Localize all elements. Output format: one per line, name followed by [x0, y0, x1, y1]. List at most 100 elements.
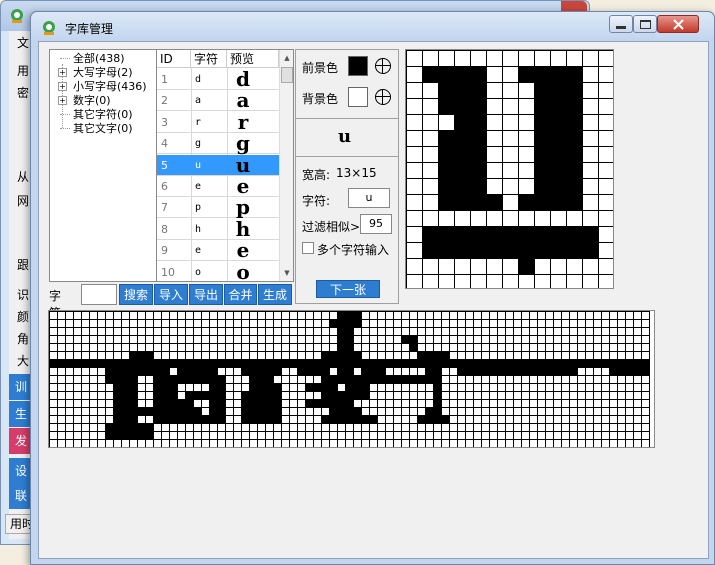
cell-preview: a — [236, 88, 250, 113]
tree-item-count: (2) — [117, 66, 133, 79]
tree-item-count: (0) — [95, 94, 111, 107]
size-label: 宽高: — [302, 168, 331, 182]
next-image-button[interactable]: 下一张 — [316, 280, 380, 298]
cell-preview: e — [236, 174, 250, 198]
cell-char: p — [195, 202, 202, 214]
cell-preview: r — [237, 109, 249, 134]
cell-char: h — [195, 223, 202, 235]
bg-color-swatch[interactable] — [348, 87, 368, 107]
search-input[interactable] — [81, 284, 117, 305]
bg-eyedropper-icon[interactable] — [375, 89, 391, 105]
cell-preview: h — [235, 216, 251, 241]
tree-item-count: (0) — [117, 122, 133, 135]
export-button[interactable]: 导出 — [189, 284, 223, 305]
app-logo-icon — [43, 21, 55, 35]
table-row[interactable]: 9 e e — [157, 238, 279, 263]
tree-item-count: (438) — [95, 52, 125, 65]
window-title: 字库管理 — [65, 22, 114, 36]
cell-char: d — [195, 74, 202, 85]
maximize-button[interactable] — [633, 15, 657, 33]
captcha-bitmap-strip[interactable] — [48, 310, 655, 448]
merge-button[interactable]: 合并 — [224, 284, 257, 305]
maximize-icon — [640, 20, 651, 29]
cell-char: e — [195, 245, 202, 257]
tree-item-label: 数字 — [73, 94, 95, 107]
scroll-thumb[interactable] — [281, 67, 293, 83]
cell-char: a — [195, 95, 202, 107]
grid-header: ID 字符 预览 — [157, 50, 279, 68]
glyph-properties: 前景色 背景色 u 宽高: 13×15 字符: u 过滤相似> 95 多个字符输… — [295, 49, 399, 304]
filter-input[interactable]: 95 — [360, 214, 392, 234]
cell-preview: u — [235, 152, 251, 177]
cell-char: u — [195, 159, 202, 171]
app-logo-icon — [11, 9, 23, 23]
font-library-window[interactable]: 字库管理 全部(438) + 大写字母(2) + 小写字母(436) + 数字(… — [30, 11, 715, 565]
expand-icon[interactable]: + — [58, 68, 67, 77]
table-row[interactable]: 7 p p — [157, 195, 279, 220]
table-row[interactable]: 4 g g — [157, 131, 279, 156]
close-icon — [673, 19, 684, 30]
multi-char-checkbox[interactable] — [302, 242, 314, 254]
cell-preview: p — [236, 195, 250, 220]
client-area: 全部(438) + 大写字母(2) + 小写字母(436) + 数字(0) 其它… — [38, 41, 709, 559]
bg-color-label: 背景色 — [302, 92, 339, 106]
cell-char: g — [195, 138, 202, 150]
tree-item-label: 其它文字 — [73, 122, 117, 135]
scroll-down-icon[interactable]: ▼ — [280, 266, 293, 280]
cell-id: 8 — [161, 222, 168, 236]
fg-color-label: 前景色 — [302, 61, 339, 75]
glyph-bitmap-editor[interactable] — [405, 49, 614, 289]
table-row[interactable]: 2 a a — [157, 88, 279, 113]
minimize-button[interactable] — [609, 15, 633, 33]
cell-preview: e — [236, 238, 250, 263]
size-value: 13×15 — [336, 166, 377, 180]
cell-id: 5 — [161, 158, 168, 172]
column-header-preview[interactable]: 预览 — [227, 50, 279, 68]
expand-icon[interactable]: + — [58, 82, 67, 91]
font-grid[interactable]: ID 字符 预览 1 d d 2 a a 3 r r 4 g g 5 u u 6 e e 7 p p 8 h h 9 e e 10 o o… — [156, 49, 294, 282]
tree-item-count: (0) — [117, 108, 133, 121]
cell-id: 6 — [161, 180, 168, 193]
cell-id: 2 — [161, 94, 168, 108]
table-row[interactable]: 1 d d — [157, 69, 279, 90]
cell-preview: d — [236, 67, 250, 91]
search-button[interactable]: 搜索 — [119, 284, 153, 305]
column-header-id[interactable]: ID — [157, 50, 191, 68]
table-row[interactable]: 5 u u — [157, 152, 279, 177]
title-bar[interactable]: 字库管理 — [31, 12, 714, 41]
close-button[interactable] — [657, 15, 699, 33]
table-row[interactable]: 6 e e — [157, 176, 279, 197]
cell-id: 10 — [161, 265, 175, 279]
scroll-up-icon[interactable]: ▲ — [280, 51, 293, 65]
cell-char: o — [195, 266, 202, 278]
minimize-icon — [616, 26, 626, 29]
category-tree[interactable]: 全部(438) + 大写字母(2) + 小写字母(436) + 数字(0) 其它… — [49, 49, 157, 282]
glyph-preview: u — [338, 126, 352, 147]
multi-char-label: 多个字符输入 — [317, 243, 390, 257]
cell-id: 7 — [161, 201, 168, 215]
generate-button[interactable]: 生成 — [258, 284, 292, 305]
cell-preview: g — [236, 131, 250, 156]
tree-item-label: 小写字母 — [73, 80, 117, 93]
char-label: 字符: — [302, 194, 331, 208]
column-header-char[interactable]: 字符 — [191, 50, 227, 68]
table-row[interactable]: 3 r r — [157, 112, 279, 133]
cell-char: e — [195, 181, 202, 192]
char-input[interactable]: u — [348, 188, 390, 208]
grid-scrollbar[interactable]: ▲ ▼ — [279, 50, 293, 281]
tree-item-label: 全部 — [73, 52, 95, 65]
cell-id: 4 — [161, 137, 168, 151]
table-row[interactable]: 10 o o — [157, 262, 279, 281]
filter-label: 过滤相似> — [302, 220, 361, 234]
cell-id: 1 — [161, 73, 168, 86]
table-row[interactable]: 8 h h — [157, 219, 279, 240]
tree-item-label: 大写字母 — [73, 66, 117, 79]
fg-color-swatch[interactable] — [348, 56, 368, 76]
import-button[interactable]: 导入 — [154, 284, 188, 305]
tree-item-count: (436) — [117, 80, 147, 93]
fg-eyedropper-icon[interactable] — [375, 58, 391, 74]
expand-icon[interactable]: + — [58, 96, 67, 105]
cell-id: 9 — [161, 244, 168, 258]
tree-item-label: 其它字符 — [73, 108, 117, 121]
cell-id: 3 — [161, 115, 168, 129]
